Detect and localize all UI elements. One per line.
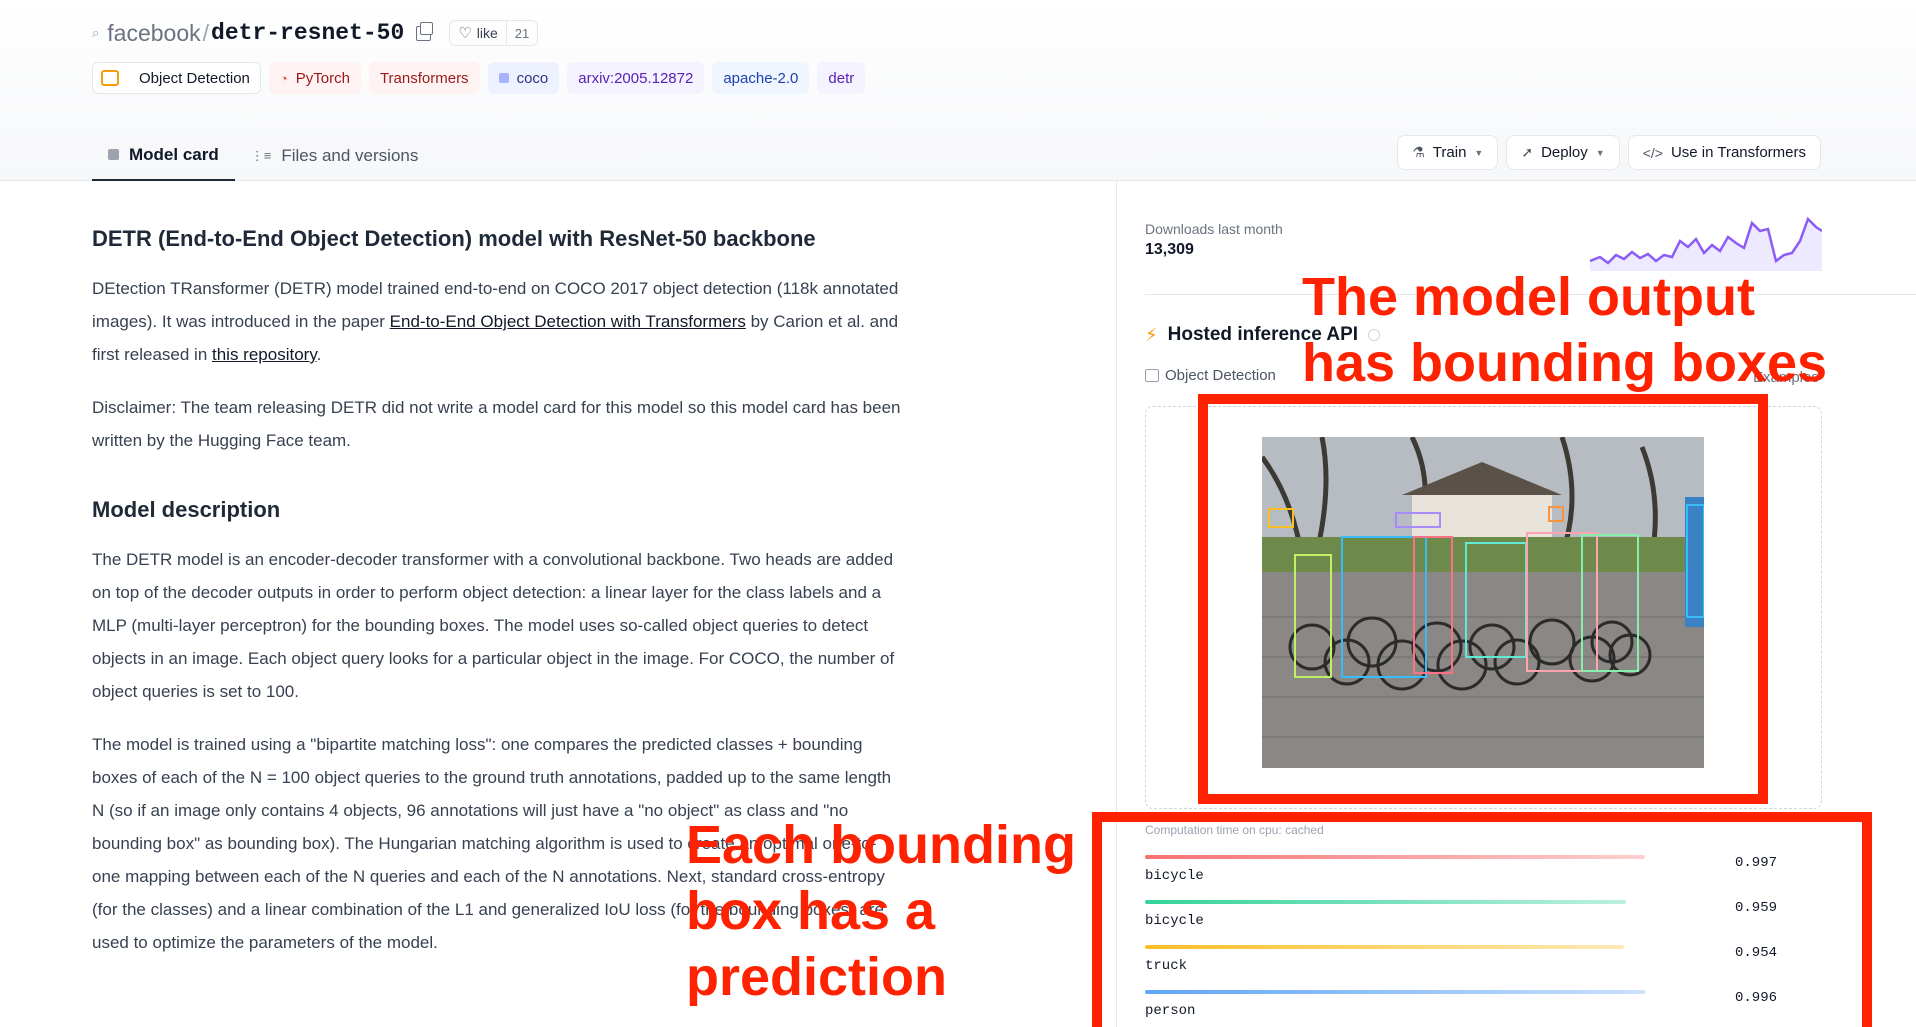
tag-label: detr	[828, 69, 855, 87]
section-heading: Model description	[92, 497, 281, 522]
tab-label: Model card	[129, 144, 219, 164]
tab-label: Files and versions	[281, 145, 419, 165]
chevron-down-icon: ▼	[1474, 147, 1484, 158]
heart-icon: ♡	[458, 25, 472, 42]
tab-bar: Model card ⋮≡ Files and versions	[92, 130, 434, 181]
repo-separator: /	[202, 19, 210, 46]
tag-detr[interactable]: detr	[817, 62, 866, 94]
lightning-icon: ⚡	[1145, 324, 1158, 345]
tag-list: Object Detection ◔ PyTorch Transformers …	[92, 62, 866, 94]
tag-label: arxiv:2005.12872	[578, 69, 694, 87]
annotation-line: prediction	[686, 947, 948, 1007]
object-detection-icon	[101, 70, 119, 86]
annotation-prediction-text: Each bounding box has a prediction	[686, 812, 1076, 1010]
tag-dataset[interactable]: coco	[487, 62, 560, 94]
downloads-sparkline	[1590, 216, 1822, 271]
tag-license[interactable]: apache-2.0	[712, 62, 810, 94]
copy-icon[interactable]	[416, 21, 434, 41]
repo-header: ⌕ facebook / detr-resnet-50 ♡ like 21 Ob…	[0, 0, 1916, 181]
like-label: like	[476, 25, 498, 41]
tag-pytorch[interactable]: ◔ PyTorch	[268, 62, 361, 94]
use-in-transformers-label: Use in Transformers	[1670, 144, 1806, 161]
repository-link[interactable]: this repository	[212, 345, 317, 364]
tab-model-card[interactable]: Model card	[92, 130, 235, 181]
model-card-title: DETR (End-to-End Object Detection) model…	[92, 226, 816, 251]
intro-text-c: .	[316, 345, 322, 364]
paper-link[interactable]: End-to-End Object Detection with Transfo…	[390, 312, 746, 331]
code-icon: </>	[1642, 144, 1663, 161]
tag-task[interactable]: Object Detection	[92, 62, 261, 94]
use-in-transformers-button[interactable]: </> Use in Transformers	[1627, 135, 1821, 170]
rocket-icon: ➚	[1521, 144, 1534, 160]
action-buttons: ⚗ Train ▼ ➚ Deploy ▼ </> Use in Transfor…	[1397, 135, 1821, 170]
pytorch-icon: ◔	[279, 70, 288, 86]
annotation-line: The model output	[1302, 267, 1755, 327]
dataset-icon	[498, 73, 509, 83]
chevron-down-icon: ▼	[1595, 147, 1605, 158]
tag-label: coco	[516, 69, 549, 87]
tag-label: PyTorch	[295, 69, 350, 87]
like-main[interactable]: ♡ like	[450, 21, 505, 45]
train-label: Train	[1432, 144, 1467, 161]
deploy-button[interactable]: ➚ Deploy ▼	[1506, 135, 1620, 170]
tag-label: Transformers	[379, 69, 469, 87]
deploy-label: Deploy	[1541, 144, 1588, 161]
org-avatar-icon: ⌕	[92, 25, 100, 40]
object-detection-icon	[1145, 369, 1159, 382]
widget-task: Object Detection	[1145, 367, 1276, 384]
output-highlight-box	[1198, 394, 1768, 804]
tag-label: apache-2.0	[723, 69, 799, 87]
tag-label: Object Detection	[139, 69, 250, 87]
org-link[interactable]: facebook	[107, 20, 200, 47]
annotation-line: Each bounding	[686, 815, 1076, 875]
like-count[interactable]: 21	[505, 21, 537, 45]
tag-transformers[interactable]: Transformers	[368, 62, 480, 94]
tab-files-and-versions[interactable]: ⋮≡ Files and versions	[235, 130, 435, 181]
files-icon: ⋮≡	[250, 147, 272, 163]
train-button[interactable]: ⚗ Train ▼	[1397, 135, 1499, 170]
downloads-label: Downloads last month	[1145, 221, 1283, 237]
train-icon: ⚗	[1412, 144, 1425, 160]
tag-arxiv[interactable]: arxiv:2005.12872	[567, 62, 705, 94]
annotation-line: box has a	[686, 881, 936, 941]
task-label: Object Detection	[1165, 367, 1276, 384]
predictions-highlight-box	[1092, 812, 1872, 1027]
disclaimer-paragraph: Disclaimer: The team releasing DETR did …	[92, 398, 901, 450]
downloads-value: 13,309	[1145, 241, 1194, 258]
model-card-icon	[108, 149, 119, 160]
annotation-line: has bounding boxes	[1302, 333, 1828, 393]
intro-paragraph: DEtection TRansformer (DETR) model train…	[92, 272, 902, 371]
description-paragraph: The DETR model is an encoder-decoder tra…	[92, 550, 895, 701]
repo-name[interactable]: detr-resnet-50	[211, 20, 404, 46]
repo-title-line: ⌕ facebook / detr-resnet-50 ♡ like 21	[92, 18, 539, 48]
like-button[interactable]: ♡ like 21	[449, 20, 539, 46]
annotation-output-text: The model output has bounding boxes	[1302, 264, 1827, 396]
